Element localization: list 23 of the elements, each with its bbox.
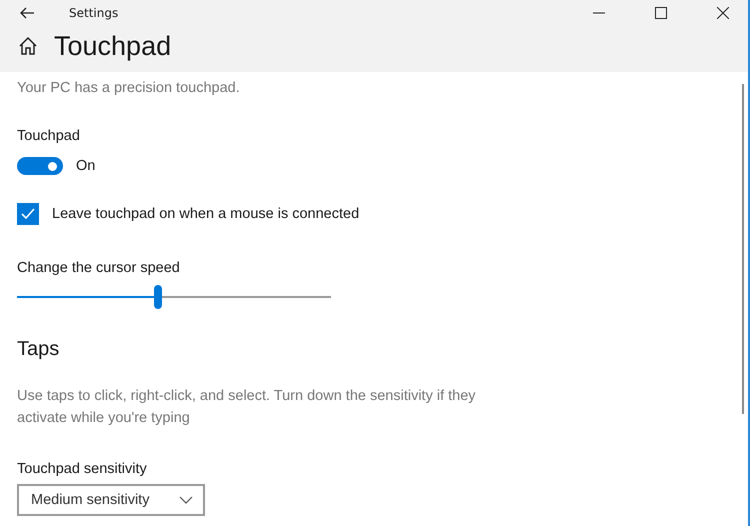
chevron-down-icon — [179, 496, 193, 504]
toggle-switch[interactable] — [17, 157, 63, 175]
checkbox[interactable] — [17, 203, 39, 225]
toggle-state: On — [76, 158, 96, 174]
home-icon[interactable] — [18, 36, 38, 56]
check-icon — [21, 208, 35, 220]
cursor-speed-slider[interactable] — [17, 284, 331, 310]
close-icon[interactable] — [717, 7, 729, 19]
sensitivity-dropdown[interactable]: Medium sensitivity — [17, 484, 205, 516]
checkbox-label: Leave touchpad on when a mouse is connected — [52, 206, 360, 222]
setting-label: Touchpad — [17, 128, 81, 144]
section-description: Use taps to click, right-click, and select. Turn down the sensitivity if they activate while you're typing — [17, 387, 477, 428]
dropdown-value: Medium sensitivity — [31, 492, 150, 508]
page-title: Touchpad — [54, 30, 172, 62]
section-heading: Taps — [17, 338, 60, 361]
back-icon[interactable] — [19, 7, 35, 19]
scrollbar[interactable] — [742, 84, 744, 414]
window-title: Settings — [69, 6, 118, 20]
slider-label: Change the cursor speed — [17, 260, 181, 276]
dropdown-label: Touchpad sensitivity — [17, 461, 148, 477]
minimize-icon[interactable] — [593, 12, 605, 14]
maximize-icon[interactable] — [655, 7, 667, 19]
intro-text: Your PC has a precision touchpad. — [17, 80, 241, 96]
